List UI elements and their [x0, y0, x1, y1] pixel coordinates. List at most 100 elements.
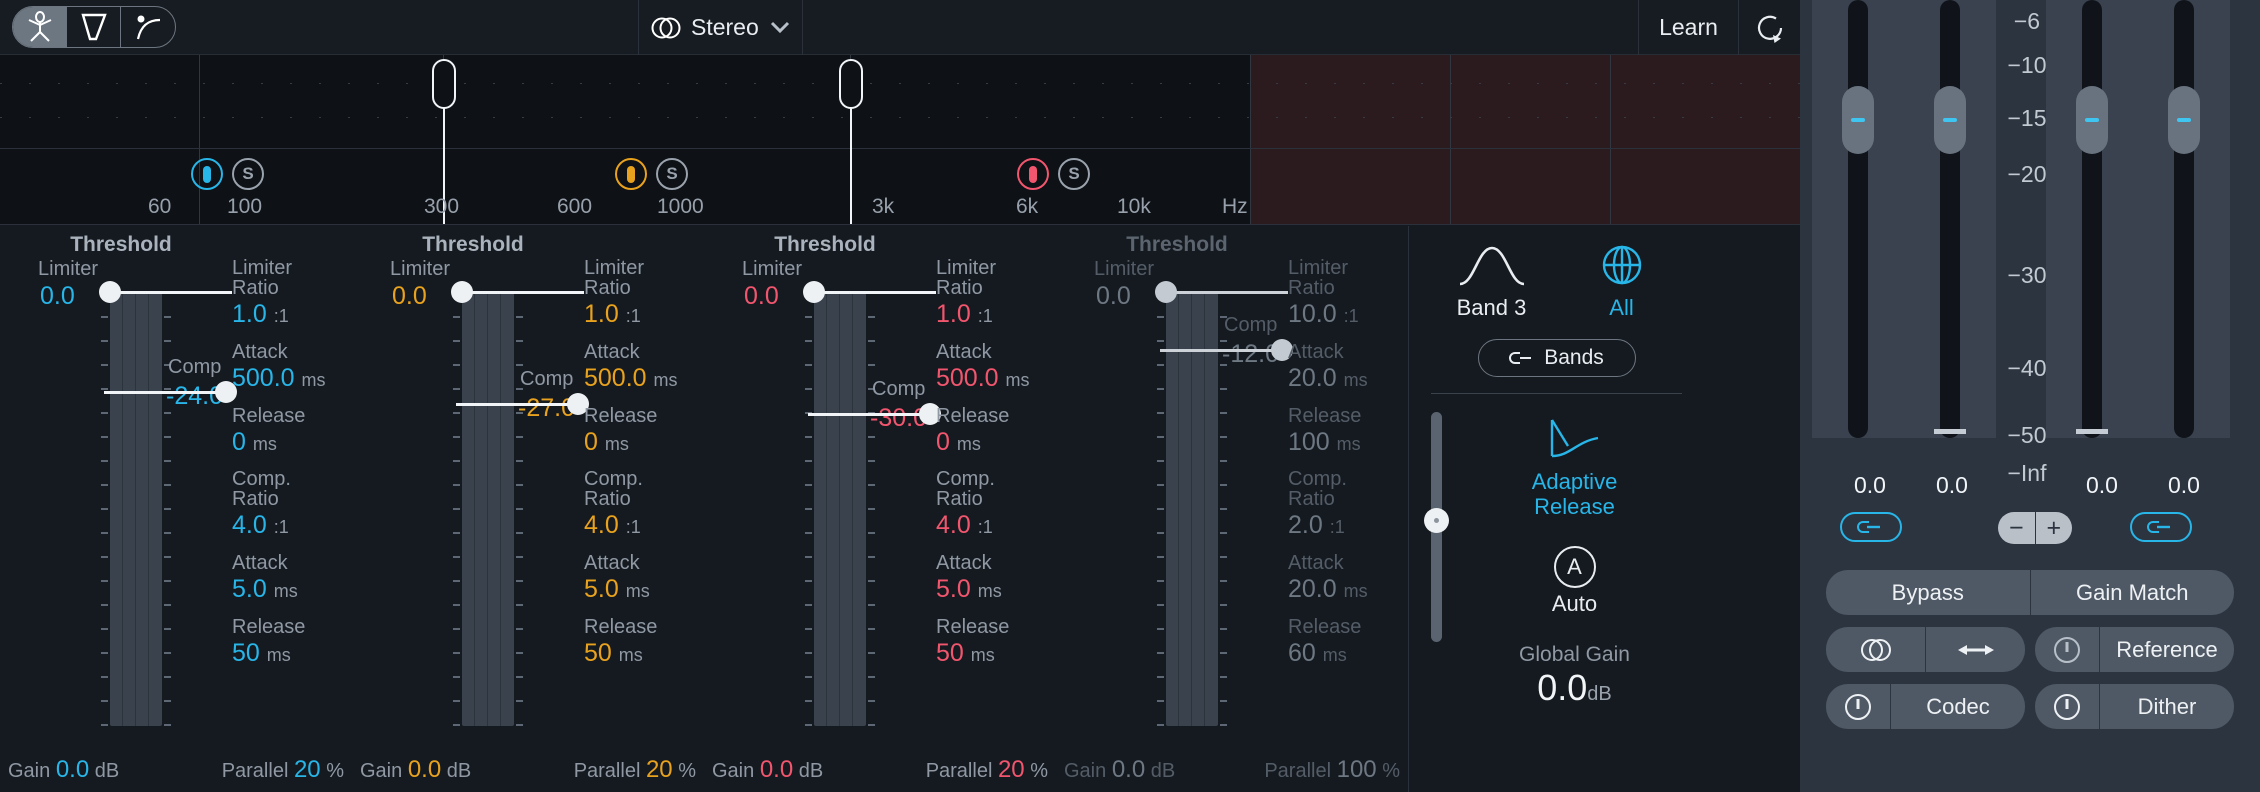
meter-value-2[interactable]: 0.0: [2062, 472, 2142, 499]
input-link-toggle[interactable]: [1840, 512, 1902, 542]
meter-value-1[interactable]: 0.0: [1912, 472, 1992, 499]
gain-readout[interactable]: Gain 0.0 dB: [712, 756, 823, 784]
parallel-readout[interactable]: Parallel 20 %: [574, 756, 696, 784]
input-meter-left[interactable]: [1812, 0, 1904, 470]
link-icon: [1509, 352, 1532, 364]
all-bands-label: All: [1609, 295, 1634, 320]
limiter-handle: [99, 281, 232, 303]
band-parameters: Limiter Ratio 10.0 :1 Attack 20.0 ms Release 1…: [1288, 258, 1400, 681]
codec-button[interactable]: Codec: [1890, 684, 2025, 729]
band-title: Threshold: [1126, 233, 1228, 256]
global-gain-value[interactable]: 0.0dB: [1445, 667, 1704, 709]
reset-button[interactable]: [1738, 0, 1800, 55]
stereo-circles-icon: [651, 17, 681, 38]
param-4-1[interactable]: Attack 20.0 ms: [1288, 342, 1400, 396]
param-3-0[interactable]: Limiter Ratio 1.0 :1: [936, 258, 1048, 332]
param-3-4[interactable]: Attack 5.0 ms: [936, 553, 1048, 607]
band-controls-2: S: [615, 158, 688, 190]
threshold-slider-3[interactable]: Limiter 0.0 Comp -30.0: [742, 258, 941, 746]
threshold-slider-2[interactable]: Limiter 0.0 Comp -27.0: [390, 258, 589, 746]
spectrum-band-display[interactable]: S S S 60 100 300 600 1000 3k 6k 10k Hz: [0, 55, 1800, 225]
spectrum-gridline-row-1: [0, 83, 1800, 84]
param-1-1[interactable]: Attack 500.0 ms: [232, 342, 344, 396]
param-4-3[interactable]: Comp. Ratio 2.0 :1: [1288, 469, 1400, 543]
gain-match-button[interactable]: Gain Match: [2029, 570, 2234, 615]
param-unit: ms: [273, 581, 298, 601]
param-value: 1.0 :1: [936, 300, 993, 328]
threshold-slider-1[interactable]: Limiter 0.0 Comp -24.0: [38, 258, 237, 746]
comp-handle: [104, 381, 237, 403]
band-1-bypass-button[interactable]: [191, 158, 223, 190]
param-name: Limiter: [232, 257, 293, 279]
output-link-toggle[interactable]: [2130, 512, 2192, 542]
param-3-1[interactable]: Attack 500.0 ms: [936, 342, 1048, 396]
band-2-bypass-button[interactable]: [615, 158, 647, 190]
meter-increase-button[interactable]: +: [2035, 512, 2072, 544]
param-4-2[interactable]: Release 100 ms: [1288, 406, 1400, 460]
mode-selector-group[interactable]: [12, 6, 176, 48]
mode-button-curve[interactable]: [121, 7, 175, 47]
param-2-2[interactable]: Release 0 ms: [584, 406, 696, 460]
threshold-slider-4[interactable]: Limiter 0.0 Comp -12.0: [1094, 258, 1293, 746]
param-name: Attack: [936, 552, 992, 574]
gain-readout[interactable]: Gain 0.0 dB: [1064, 756, 1175, 784]
comp-value: -24.0: [166, 382, 223, 410]
band-1-solo-button[interactable]: S: [232, 158, 264, 190]
output-meter-right[interactable]: [2138, 0, 2230, 470]
mode-button-digital[interactable]: [67, 7, 121, 47]
param-name: Limiter: [584, 257, 645, 279]
mode-button-vintage[interactable]: [13, 7, 67, 47]
reference-power-button[interactable]: [2035, 627, 2099, 672]
band-3-solo-button[interactable]: S: [1058, 158, 1090, 190]
codec-power-button[interactable]: [1826, 684, 1890, 729]
param-unit: ms: [977, 581, 1002, 601]
param-1-0[interactable]: Limiter Ratio 1.0 :1: [232, 258, 344, 332]
param-2-1[interactable]: Attack 500.0 ms: [584, 342, 696, 396]
parallel-readout[interactable]: Parallel 20 %: [222, 756, 344, 784]
param-4-4[interactable]: Attack 20.0 ms: [1288, 553, 1400, 607]
dither-button[interactable]: Dither: [2099, 684, 2234, 729]
gain-readout[interactable]: Gain 0.0 dB: [8, 756, 119, 784]
param-1-4[interactable]: Attack 5.0 ms: [232, 553, 344, 607]
param-2-3[interactable]: Comp. Ratio 4.0 :1: [584, 469, 696, 543]
meter-stepper[interactable]: − +: [1998, 512, 2072, 544]
param-1-3[interactable]: Comp. Ratio 4.0 :1: [232, 469, 344, 543]
link-bands-label: Bands: [1544, 346, 1604, 369]
limiter-handle: [1155, 281, 1288, 303]
param-3-3[interactable]: Comp. Ratio 4.0 :1: [936, 469, 1048, 543]
width-button[interactable]: [1925, 627, 2025, 672]
gain-readout[interactable]: Gain 0.0 dB: [360, 756, 471, 784]
all-bands-selector[interactable]: All: [1574, 242, 1670, 321]
adaptive-release-button[interactable]: Adaptive Release: [1445, 416, 1704, 520]
parallel-readout[interactable]: Parallel 100 %: [1264, 756, 1400, 784]
freq-label-1: 100: [227, 195, 263, 218]
param-1-5[interactable]: Release 50 ms: [232, 617, 344, 671]
stereo-mode-button[interactable]: [1826, 627, 1925, 672]
band-2-solo-button[interactable]: S: [656, 158, 688, 190]
band-column-1: Threshold Limiter 0.0 Comp -24.0 Limiter Ratio…: [0, 226, 352, 792]
meter-value-3[interactable]: 0.0: [2144, 472, 2224, 499]
global-gain-slider[interactable]: [1424, 412, 1449, 642]
auto-button[interactable]: A: [1553, 545, 1596, 588]
param-2-0[interactable]: Limiter Ratio 1.0 :1: [584, 258, 696, 332]
meter-decrease-button[interactable]: −: [1998, 512, 2036, 544]
param-2-5[interactable]: Release 50 ms: [584, 617, 696, 671]
parallel-readout[interactable]: Parallel 20 %: [926, 756, 1048, 784]
link-bands-button[interactable]: Bands: [1477, 339, 1636, 377]
param-4-0[interactable]: Limiter Ratio 10.0 :1: [1288, 258, 1400, 332]
param-4-5[interactable]: Release 60 ms: [1288, 617, 1400, 671]
param-3-2[interactable]: Release 0 ms: [936, 406, 1048, 460]
stereo-mode-dropdown[interactable]: Stereo: [638, 0, 803, 55]
param-2-4[interactable]: Attack 5.0 ms: [584, 553, 696, 607]
dither-power-button[interactable]: [2035, 684, 2099, 729]
bypass-button[interactable]: Bypass: [1826, 570, 2030, 615]
reference-button[interactable]: Reference: [2099, 627, 2234, 672]
meter-value-0[interactable]: 0.0: [1830, 472, 1910, 499]
comp-label: Comp: [872, 378, 926, 400]
band-selector[interactable]: Band 3: [1444, 242, 1540, 321]
band-3-bypass-button[interactable]: [1017, 158, 1049, 190]
limiter-label: Limiter: [1094, 258, 1155, 280]
param-1-2[interactable]: Release 0 ms: [232, 406, 344, 460]
learn-button[interactable]: Learn: [1638, 0, 1738, 55]
param-3-5[interactable]: Release 50 ms: [936, 617, 1048, 671]
